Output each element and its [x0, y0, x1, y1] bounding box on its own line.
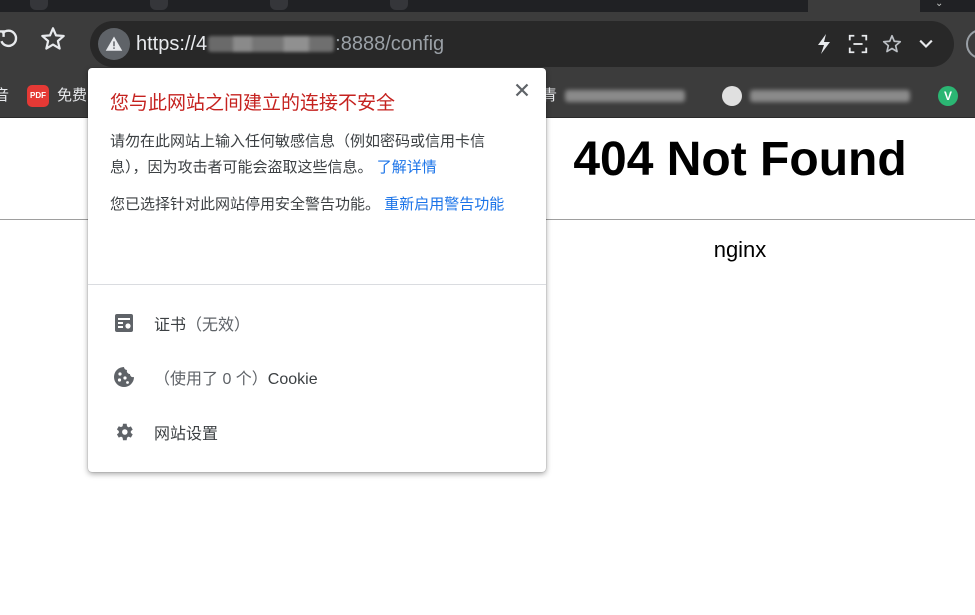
warning-paragraph: 请勿在此网站上输入任何敏感信息（例如密码或信用卡信息），因为攻击者可能会盗取这些…: [110, 129, 522, 181]
v-logo-icon: V: [938, 86, 958, 106]
cookie-icon: [112, 365, 136, 389]
url-path: :8888/config: [335, 33, 445, 55]
gear-icon: [112, 420, 136, 444]
bookmark-item-pdf[interactable]: PDF 免费: [27, 84, 87, 108]
bookmark-item[interactable]: [722, 84, 910, 108]
site-settings-label: 网站设置: [154, 426, 219, 443]
active-tab[interactable]: [808, 0, 920, 12]
bookmark-item[interactable]: 青: [542, 84, 686, 108]
site-settings-row[interactable]: 网站设置: [88, 408, 546, 456]
close-icon[interactable]: [510, 78, 534, 102]
bookmark-label: 免费: [57, 87, 88, 104]
cookies-row[interactable]: （使用了 0 个）Cookie: [88, 353, 546, 401]
tab-strip: ⌄: [0, 0, 975, 12]
chevron-down-icon[interactable]: [912, 30, 940, 58]
server-name: nginx: [713, 237, 767, 262]
popup-divider: [88, 284, 546, 285]
cookie-count: （使用了 0 个）: [154, 371, 268, 388]
bookmark-label: 音: [0, 87, 10, 104]
url-scheme: https://: [136, 33, 197, 55]
certificate-row[interactable]: 证书（无效）: [88, 299, 546, 347]
favorite-star-icon[interactable]: [878, 30, 906, 58]
warning-icon[interactable]: [98, 28, 130, 60]
tab[interactable]: [390, 0, 408, 10]
address-bar[interactable]: https://4 :8888/config: [90, 21, 954, 67]
cookie-label: Cookie: [267, 371, 318, 388]
learn-more-link[interactable]: 了解详情: [377, 159, 437, 176]
reenable-warnings-link[interactable]: 重新启用警告功能: [384, 196, 504, 213]
site-icon: [722, 86, 742, 106]
site-info-popup: 您与此网站之间建立的连接不安全 请勿在此网站上输入任何敏感信息（例如密码或信用卡…: [88, 68, 546, 472]
security-warning-heading: 您与此网站之间建立的连接不安全: [110, 93, 396, 114]
pdf-icon: PDF: [27, 85, 49, 107]
redacted-label: [565, 90, 686, 102]
reload-icon[interactable]: [0, 24, 24, 54]
tab[interactable]: [30, 0, 48, 10]
bookmark-item[interactable]: V: [938, 84, 958, 108]
lightning-icon[interactable]: [810, 30, 838, 58]
certificate-status: （无效）: [186, 317, 251, 334]
disabled-warning-paragraph: 您已选择针对此网站停用安全警告功能。 重新启用警告功能: [110, 192, 522, 218]
browser-toolbar: https://4 :8888/config: [0, 12, 975, 76]
page-title: 404 Not Found: [573, 133, 907, 186]
screenshot-icon[interactable]: [844, 30, 872, 58]
tab[interactable]: [150, 0, 168, 10]
url-host: 4: [196, 33, 208, 55]
redacted-host: [208, 36, 335, 52]
redacted-label: [750, 90, 910, 102]
tab[interactable]: [270, 0, 288, 10]
tab-search-icon[interactable]: ⌄: [935, 0, 949, 9]
bookmark-star-icon[interactable]: [38, 24, 68, 54]
certificate-icon: [112, 311, 136, 335]
disabled-text: 您已选择针对此网站停用安全警告功能。: [110, 196, 381, 213]
url-text[interactable]: https://4 :8888/config: [136, 31, 444, 57]
certificate-label: 证书: [154, 317, 187, 334]
bookmark-item[interactable]: 音: [0, 84, 9, 108]
profile-avatar[interactable]: [966, 29, 975, 59]
